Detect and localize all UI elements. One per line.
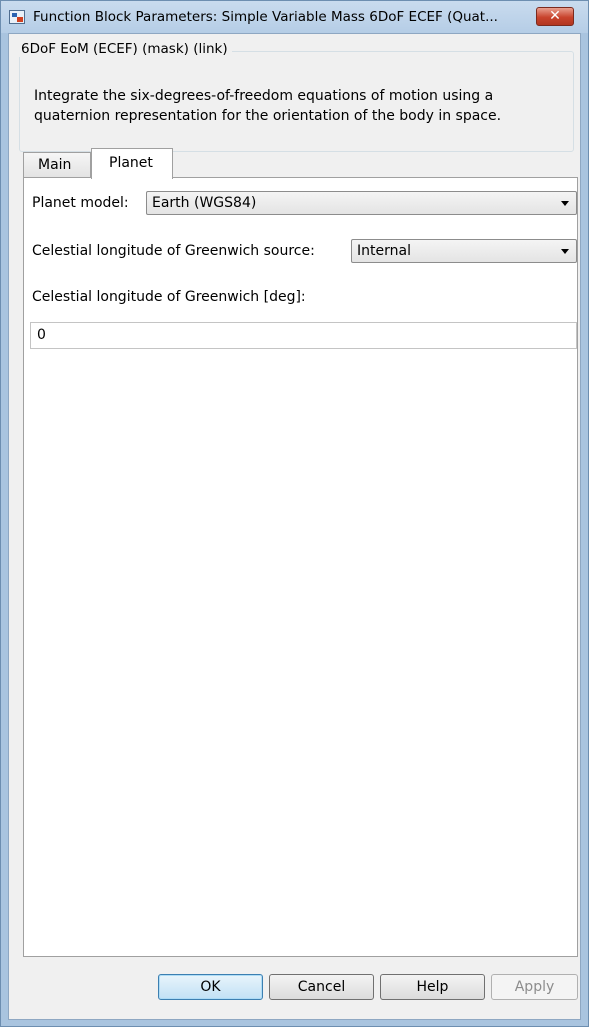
greenwich-longitude-label: Celestial longitude of Greenwich [deg]: bbox=[32, 289, 306, 305]
tab-main[interactable]: Main bbox=[23, 152, 91, 178]
block-description: Integrate the six-degrees-of-freedom equ… bbox=[34, 88, 502, 124]
greenwich-longitude-input[interactable]: 0 bbox=[30, 322, 577, 349]
dialog-client-area: 6DoF EoM (ECEF) (mask) (link) Integrate … bbox=[8, 33, 581, 1020]
cancel-button[interactable]: Cancel bbox=[269, 974, 374, 1000]
tab-planet[interactable]: Planet bbox=[91, 148, 173, 179]
greenwich-source-value: Internal bbox=[357, 243, 411, 259]
title-bar[interactable]: Function Block Parameters: Simple Variab… bbox=[1, 1, 588, 33]
planet-model-dropdown[interactable]: Earth (WGS84) bbox=[146, 191, 577, 215]
dialog-window: Function Block Parameters: Simple Variab… bbox=[0, 0, 589, 1027]
planet-tab-panel: Planet model: Earth (WGS84) Celestial lo… bbox=[23, 177, 578, 957]
planet-model-value: Earth (WGS84) bbox=[152, 195, 257, 211]
window-title: Function Block Parameters: Simple Variab… bbox=[33, 9, 498, 25]
greenwich-source-label: Celestial longitude of Greenwich source: bbox=[32, 243, 315, 259]
ok-button[interactable]: OK bbox=[158, 974, 263, 1000]
close-icon: ✕ bbox=[549, 8, 561, 24]
greenwich-source-dropdown[interactable]: Internal bbox=[351, 239, 577, 263]
apply-button[interactable]: Apply bbox=[491, 974, 578, 1000]
help-button[interactable]: Help bbox=[380, 974, 485, 1000]
tab-strip: Main Planet bbox=[23, 148, 578, 179]
close-button[interactable]: ✕ bbox=[536, 7, 574, 26]
chevron-down-icon bbox=[561, 249, 569, 254]
chevron-down-icon bbox=[561, 201, 569, 206]
simulink-block-icon bbox=[9, 10, 25, 24]
group-legend: 6DoF EoM (ECEF) (mask) (link) bbox=[19, 41, 232, 57]
planet-model-label: Planet model: bbox=[32, 195, 129, 211]
dialog-button-bar: OK Cancel Help Apply bbox=[9, 960, 582, 1016]
